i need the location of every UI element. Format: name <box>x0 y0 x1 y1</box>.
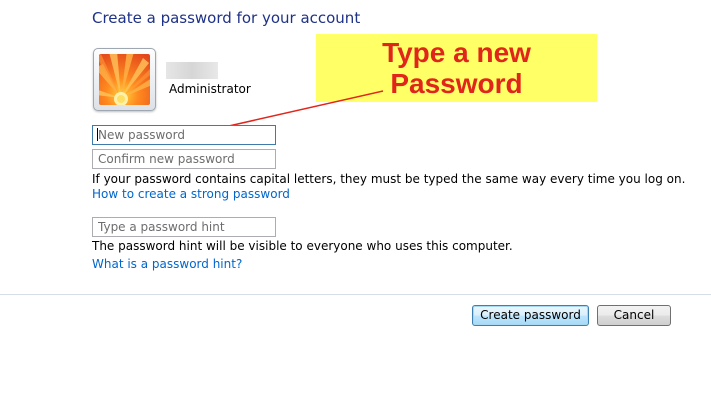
new-password-field[interactable] <box>92 125 276 145</box>
user-avatar <box>93 48 156 111</box>
confirm-password-field[interactable] <box>92 149 276 169</box>
create-password-button[interactable]: Create password <box>472 305 589 326</box>
capital-letters-note: If your password contains capital letter… <box>92 172 686 186</box>
redacted-username <box>166 62 218 79</box>
password-hint-link[interactable]: What is a password hint? <box>92 257 242 271</box>
callout-line-2: Password <box>390 68 523 99</box>
annotation-callout: Type a new Password <box>316 34 597 102</box>
password-hint-field[interactable] <box>92 217 276 237</box>
account-type-label: Administrator <box>169 82 251 96</box>
text-caret <box>97 128 98 141</box>
hint-visibility-note: The password hint will be visible to eve… <box>92 239 513 253</box>
callout-line-1: Type a new <box>382 37 531 68</box>
footer-separator <box>0 294 711 295</box>
cancel-button[interactable]: Cancel <box>597 305 671 326</box>
strong-password-link[interactable]: How to create a strong password <box>92 187 290 201</box>
page-title: Create a password for your account <box>92 9 361 27</box>
flower-avatar-icon <box>99 54 150 105</box>
